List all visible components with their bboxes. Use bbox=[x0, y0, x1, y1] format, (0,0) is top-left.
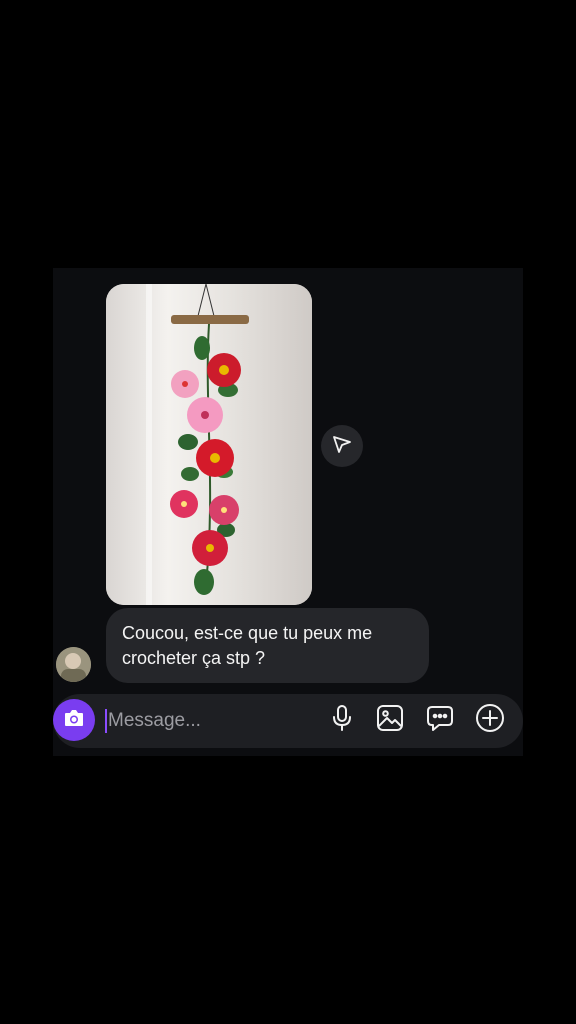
message-input[interactable] bbox=[108, 704, 318, 738]
add-button[interactable] bbox=[474, 703, 506, 738]
gallery-button[interactable] bbox=[374, 704, 406, 736]
sticker-icon bbox=[426, 704, 454, 737]
microphone-icon bbox=[330, 704, 354, 737]
camera-icon bbox=[63, 708, 85, 733]
message-line-1: Coucou, est-ce que tu peux me bbox=[122, 623, 373, 643]
sender-avatar[interactable] bbox=[56, 647, 91, 682]
crochet-flowers-photo bbox=[106, 284, 312, 605]
send-arrow-icon bbox=[332, 434, 352, 459]
gallery-icon bbox=[376, 704, 404, 737]
incoming-text-message[interactable]: Coucou, est-ce que tu peux me crocheter … bbox=[106, 608, 429, 683]
camera-button[interactable] bbox=[53, 699, 95, 741]
text-cursor bbox=[105, 709, 107, 733]
message-line-2: crocheter ça stp ? bbox=[122, 648, 266, 668]
plus-icon bbox=[475, 703, 505, 738]
avatar-image bbox=[56, 647, 91, 682]
sticker-button[interactable] bbox=[424, 704, 456, 736]
microphone-button[interactable] bbox=[326, 704, 358, 736]
share-button[interactable] bbox=[321, 425, 363, 467]
incoming-photo-message[interactable] bbox=[106, 284, 312, 605]
